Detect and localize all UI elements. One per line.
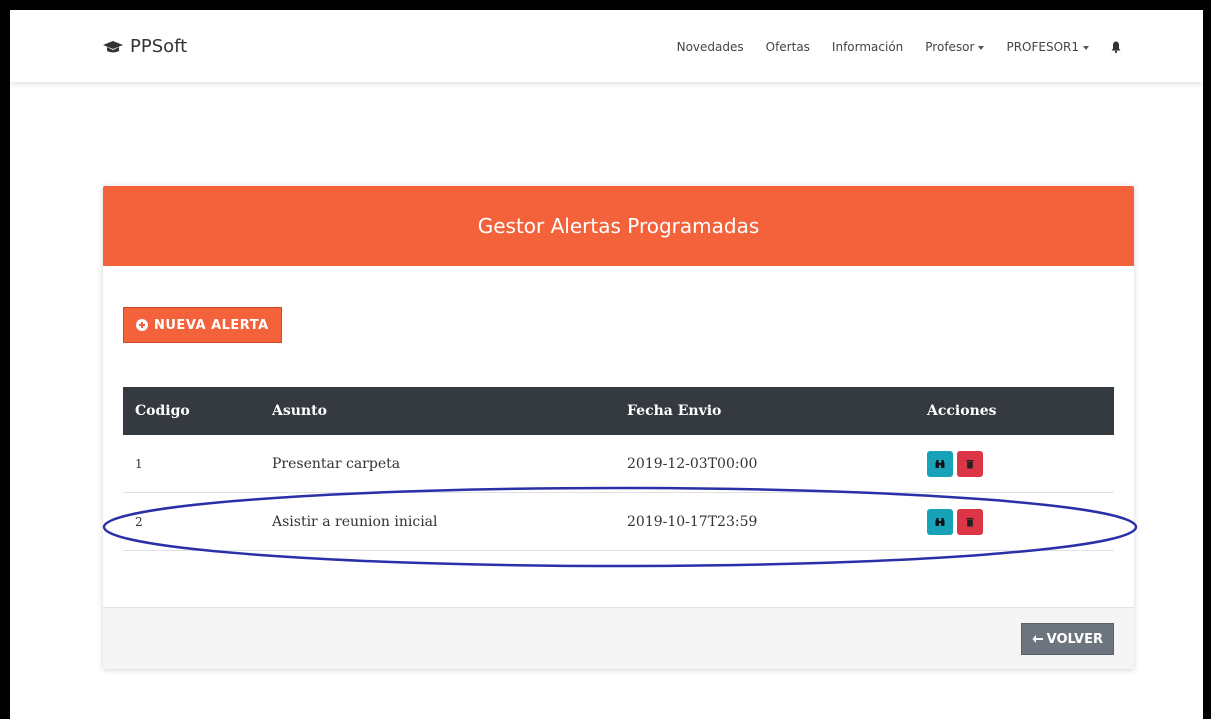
cell-acciones [927, 450, 1114, 477]
view-button[interactable] [927, 508, 953, 535]
trash-icon [966, 459, 974, 468]
header-asunto: Asunto [272, 403, 327, 419]
nav-menu: Novedades Ofertas Información Profesor P… [677, 40, 1121, 54]
arrow-left-icon [1032, 635, 1043, 643]
card-footer: VOLVER [103, 607, 1134, 669]
delete-button[interactable] [957, 450, 983, 477]
binoculars-icon [935, 517, 945, 526]
back-label: VOLVER [1046, 631, 1103, 647]
graduation-cap-icon [103, 40, 123, 52]
cell-fecha: 2019-12-03T00:00 [627, 455, 758, 472]
profesor-label: Profesor [925, 40, 975, 54]
cell-fecha: 2019-10-17T23:59 [627, 513, 758, 530]
alerts-table: Codigo Asunto Fecha Envio Acciones 1 Pre… [123, 387, 1114, 551]
trash-icon [966, 517, 974, 526]
binoculars-icon [935, 459, 945, 468]
table-header: Codigo Asunto Fecha Envio Acciones [123, 387, 1114, 435]
delete-button[interactable] [957, 508, 983, 535]
nav-dropdown-user[interactable]: PROFESOR1 [1006, 40, 1089, 54]
user-label: PROFESOR1 [1006, 40, 1079, 54]
cell-codigo: 1 [135, 456, 143, 471]
cell-acciones [927, 508, 1114, 535]
table-row: 2 Asistir a reunion inicial 2019-10-17T2… [123, 493, 1114, 551]
brand[interactable]: PPSoft [102, 36, 187, 57]
nav-dropdown-profesor[interactable]: Profesor [925, 40, 985, 54]
nav-item-novedades[interactable]: Novedades [677, 40, 744, 54]
brand-name: PPSoft [130, 36, 188, 57]
new-alert-label: NUEVA ALERTA [154, 317, 269, 333]
back-button[interactable]: VOLVER [1020, 623, 1114, 655]
cell-asunto: Asistir a reunion inicial [272, 513, 438, 530]
card-title: Gestor Alertas Programadas [477, 214, 760, 238]
plus-circle-icon [136, 319, 148, 331]
cell-asunto: Presentar carpeta [272, 455, 401, 472]
header-acciones: Acciones [927, 403, 997, 419]
header-fecha-envio: Fecha Envio [627, 403, 722, 419]
new-alert-button[interactable]: NUEVA ALERTA [123, 307, 282, 343]
view-button[interactable] [927, 450, 953, 477]
nav-item-ofertas[interactable]: Ofertas [766, 40, 810, 54]
card-header: Gestor Alertas Programadas [103, 186, 1134, 266]
chevron-down-icon [978, 45, 985, 50]
nav-item-informacion[interactable]: Información [832, 40, 903, 54]
cell-codigo: 2 [135, 514, 143, 529]
chevron-down-icon [1083, 45, 1089, 50]
table-row: 1 Presentar carpeta 2019-12-03T00:00 [123, 435, 1114, 493]
alerts-card: Gestor Alertas Programadas NUEVA ALERTA … [103, 186, 1134, 669]
bell-icon[interactable] [1111, 41, 1121, 53]
header-codigo: Codigo [135, 403, 190, 419]
top-navbar: PPSoft Novedades Ofertas Información Pro… [10, 10, 1203, 82]
